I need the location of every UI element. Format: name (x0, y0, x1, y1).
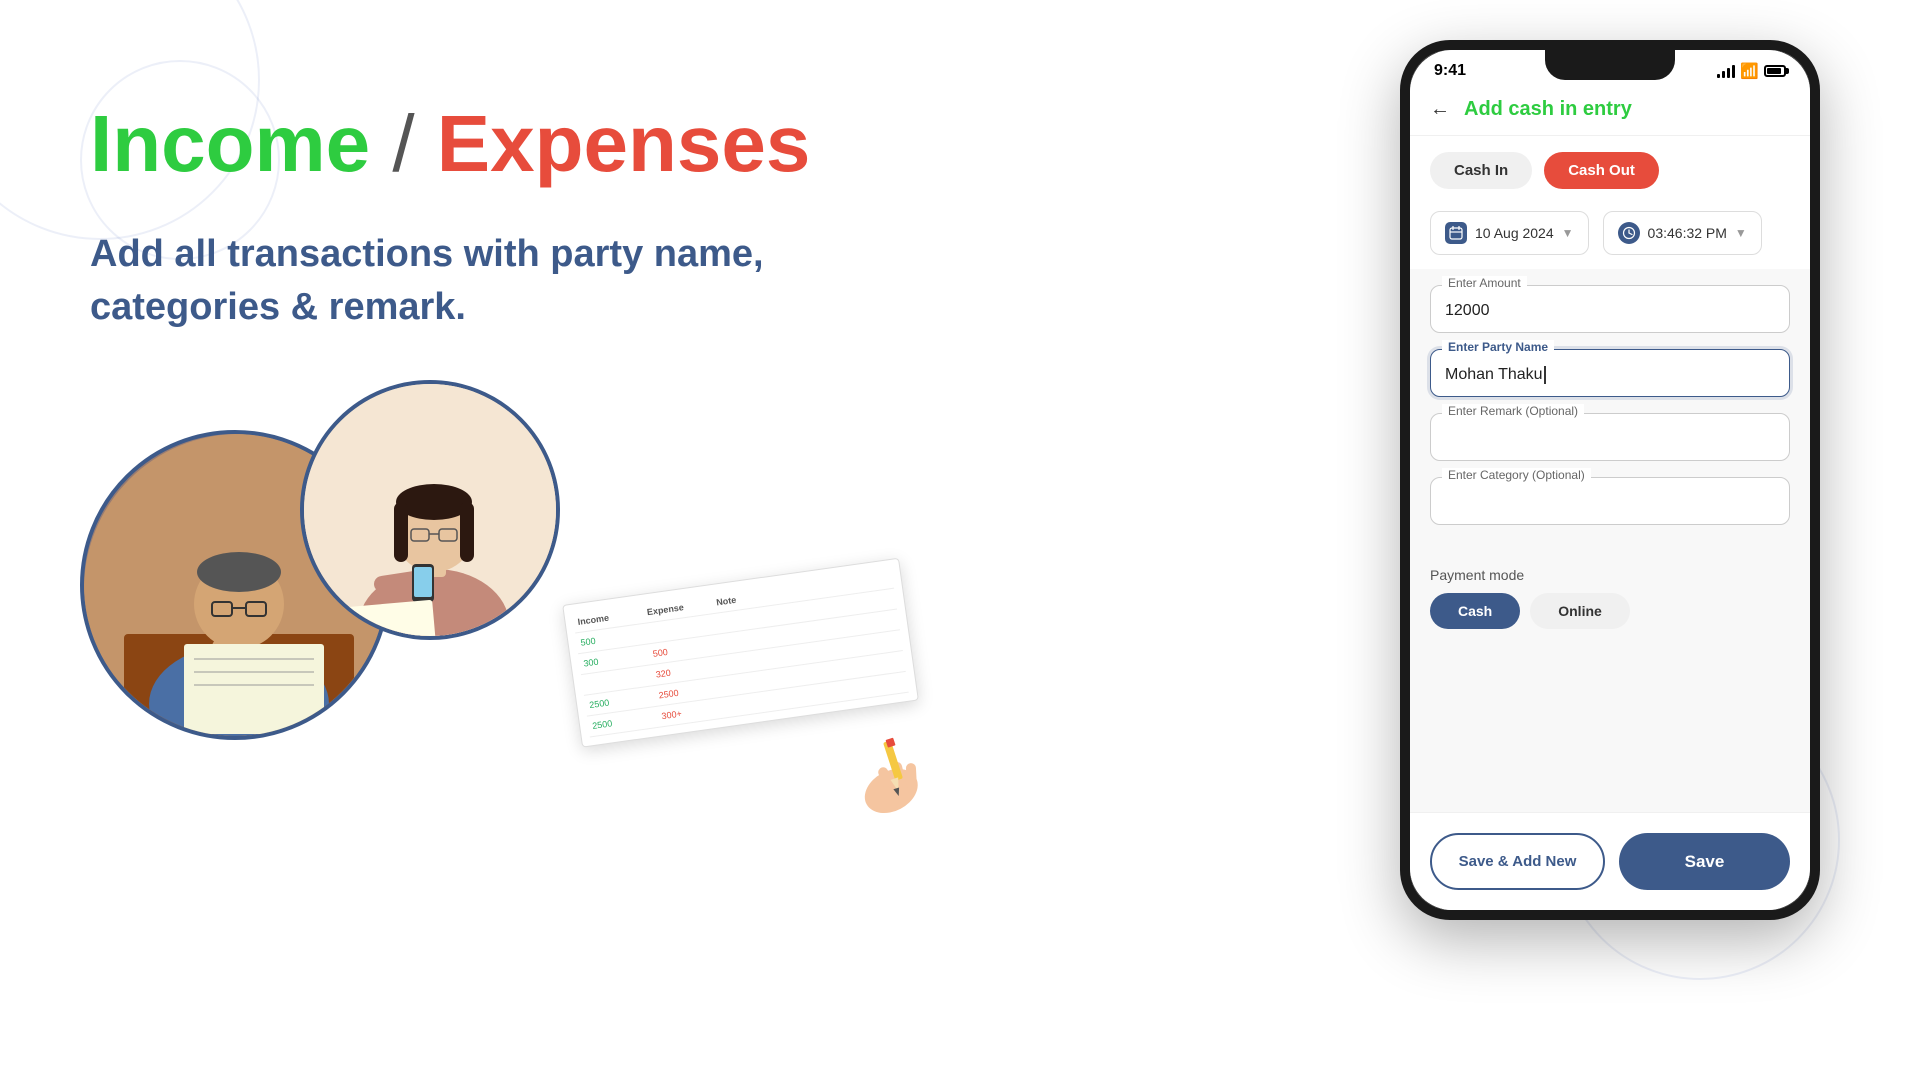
payment-section: Payment mode Cash Online (1410, 557, 1810, 639)
spreadsheet-illustration: Income Expense Note 500 300 500 320 2500… (562, 558, 938, 883)
save-add-new-button[interactable]: Save & Add New (1430, 833, 1605, 890)
subtext: Add all transactions with party name, ca… (90, 228, 790, 334)
time-picker-button[interactable]: 03:46:32 PM ▼ (1603, 211, 1762, 255)
clock-svg (1622, 226, 1636, 240)
date-value: 10 Aug 2024 (1475, 225, 1554, 241)
phone-mockup: 9:41 📶 ← Add cash in ent (1400, 40, 1820, 940)
remark-field: Enter Remark (Optional) (1430, 413, 1790, 461)
remark-input[interactable] (1430, 413, 1790, 461)
category-label: Enter Category (Optional) (1442, 468, 1591, 482)
back-button[interactable]: ← (1430, 98, 1450, 121)
signal-bar-2 (1722, 71, 1725, 78)
party-field: Enter Party Name Mohan Thaku (1430, 349, 1790, 397)
tab-container: Cash In Cash Out (1410, 136, 1810, 205)
party-name-input-display[interactable]: Mohan Thaku (1430, 349, 1790, 397)
income-word: Income (90, 99, 370, 188)
cash-in-tab[interactable]: Cash In (1430, 152, 1532, 189)
amount-label: Enter Amount (1442, 276, 1527, 290)
expenses-word: Expenses (437, 99, 811, 188)
battery-fill (1767, 68, 1781, 74)
clock-icon (1618, 222, 1640, 244)
party-label: Enter Party Name (1442, 340, 1554, 354)
app-title: Add cash in entry (1464, 98, 1632, 121)
phone-screen: 9:41 📶 ← Add cash in ent (1410, 50, 1810, 910)
calendar-icon (1445, 222, 1467, 244)
signal-bar-1 (1717, 74, 1720, 78)
phone-body: 9:41 📶 ← Add cash in ent (1400, 40, 1820, 920)
person-2-svg (304, 384, 560, 640)
phone-notch (1545, 50, 1675, 80)
category-input[interactable] (1430, 477, 1790, 525)
remark-label: Enter Remark (Optional) (1442, 404, 1584, 418)
signal-bar-3 (1727, 68, 1730, 78)
payment-label: Payment mode (1430, 567, 1790, 583)
wifi-icon: 📶 (1740, 62, 1759, 80)
signal-icon (1717, 64, 1735, 78)
text-cursor (1544, 366, 1546, 384)
slash: / (392, 99, 436, 188)
app-header: ← Add cash in entry (1410, 88, 1810, 136)
payment-buttons: Cash Online (1430, 593, 1790, 629)
party-name-text: Mohan Thaku (1445, 366, 1543, 384)
amount-field: Enter Amount (1430, 285, 1790, 333)
date-dropdown-icon: ▼ (1562, 226, 1574, 240)
online-payment-button[interactable]: Online (1530, 593, 1630, 629)
left-section: Income / Expenses Add all transactions w… (90, 100, 910, 334)
status-icons: 📶 (1717, 62, 1786, 80)
time-dropdown-icon: ▼ (1735, 226, 1747, 240)
bottom-buttons: Save & Add New Save (1410, 812, 1810, 910)
cash-payment-button[interactable]: Cash (1430, 593, 1520, 629)
battery-icon (1764, 65, 1786, 77)
calendar-svg (1449, 226, 1463, 240)
headline: Income / Expenses (90, 100, 910, 188)
date-picker-button[interactable]: 10 Aug 2024 ▼ (1430, 211, 1589, 255)
save-button[interactable]: Save (1619, 833, 1790, 890)
hand-pencil-svg (832, 712, 965, 828)
person-2-circle (300, 380, 560, 640)
form-area: Enter Amount Enter Party Name Mohan Thak… (1410, 269, 1810, 557)
amount-input[interactable] (1430, 285, 1790, 333)
cash-out-tab[interactable]: Cash Out (1544, 152, 1659, 189)
category-field: Enter Category (Optional) (1430, 477, 1790, 525)
status-time: 9:41 (1434, 62, 1466, 80)
time-value: 03:46:32 PM (1648, 225, 1727, 241)
signal-bar-4 (1732, 65, 1735, 78)
datetime-row: 10 Aug 2024 ▼ 03:46:32 PM ▼ (1410, 205, 1810, 269)
